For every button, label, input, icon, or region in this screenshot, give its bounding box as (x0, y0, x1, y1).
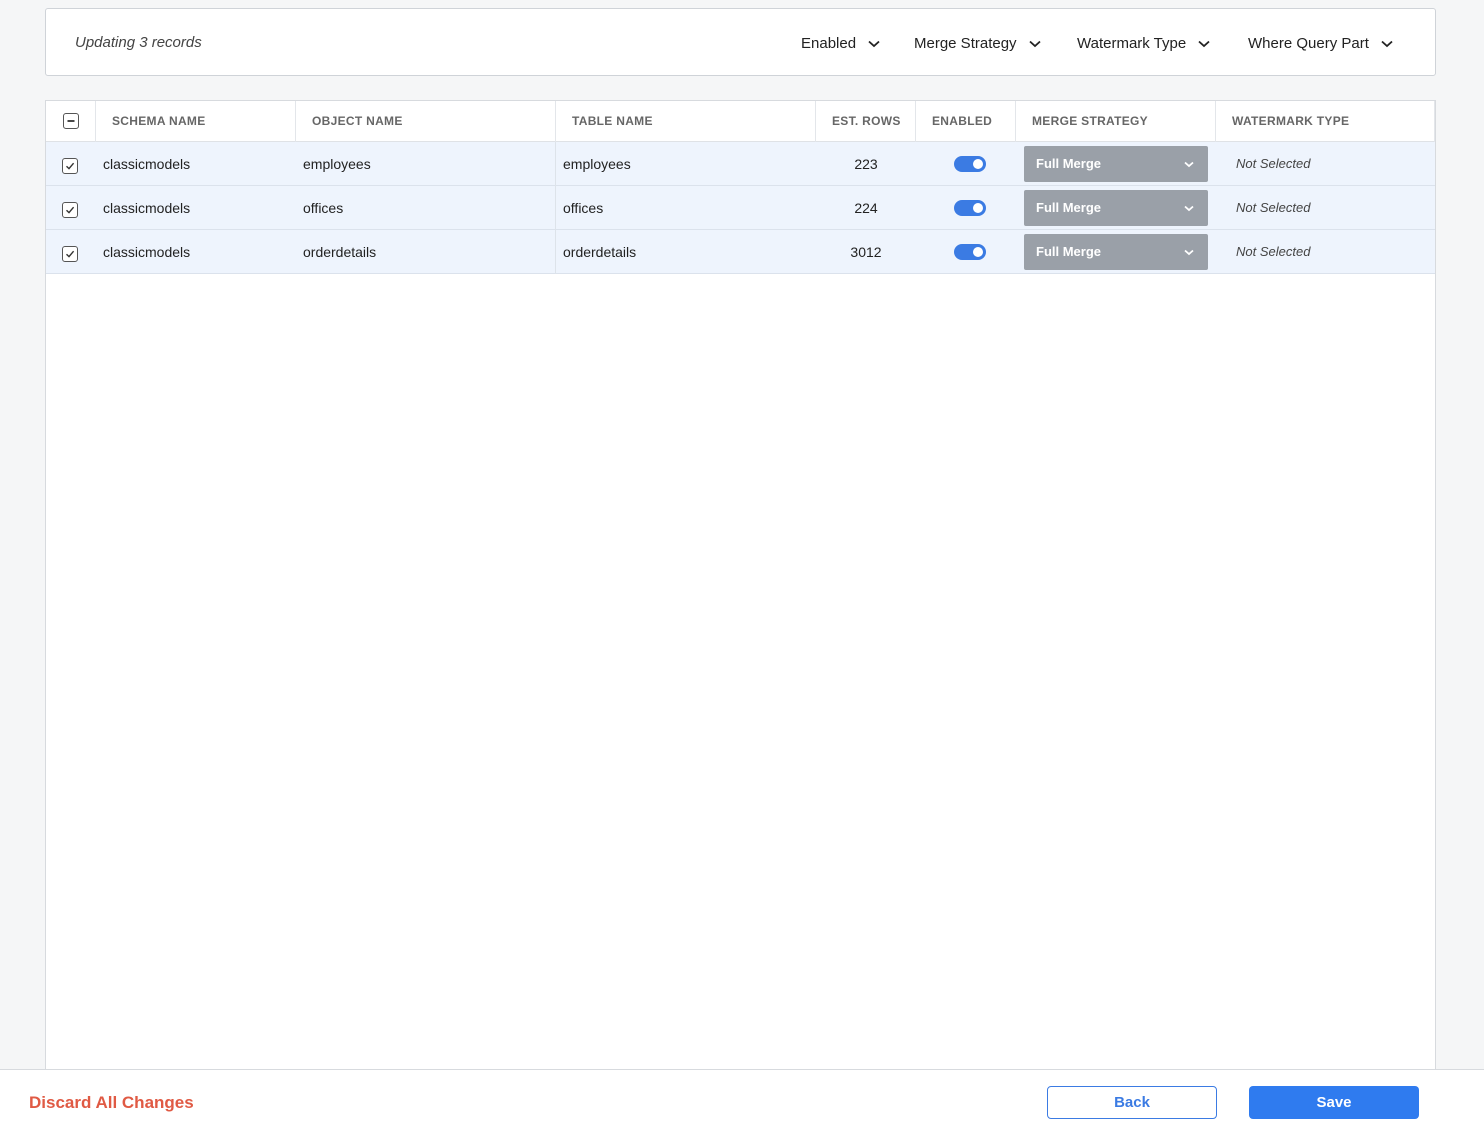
merge-strategy-value: Full Merge (1036, 200, 1102, 215)
table-name-cell: employees (563, 156, 631, 172)
merge-strategy-value: Full Merge (1036, 244, 1102, 259)
column-header-watermark-type[interactable]: WATERMARK TYPE (1216, 101, 1435, 142)
column-divider (46, 142, 556, 186)
toggle-knob (973, 159, 983, 169)
column-header-object-name[interactable]: OBJECT NAME (296, 101, 556, 142)
column-header-schema-name[interactable]: SCHEMA NAME (96, 101, 296, 142)
merge-strategy-select[interactable]: Full Merge (1024, 146, 1208, 182)
toggle-knob (973, 203, 983, 213)
chevron-down-icon (1184, 190, 1194, 226)
column-header-merge-strategy[interactable]: MERGE STRATEGY (1016, 101, 1216, 142)
filter-merge-strategy-label: Merge Strategy (914, 35, 1017, 52)
chevron-down-icon (1381, 40, 1393, 48)
table-row[interactable]: classicmodels offices offices 224 Full M… (46, 186, 1435, 230)
minus-icon (67, 120, 75, 122)
discard-all-changes-link[interactable]: Discard All Changes (29, 1093, 194, 1113)
chevron-down-icon (1184, 234, 1194, 270)
save-button[interactable]: Save (1249, 1086, 1419, 1119)
column-header-est-rows[interactable]: EST. ROWS (816, 101, 916, 142)
bulk-update-bar: Updating 3 records Enabled Merge Strateg… (45, 8, 1436, 76)
chevron-down-icon (1198, 40, 1210, 48)
enabled-toggle[interactable] (954, 156, 986, 172)
table-row[interactable]: classicmodels employees employees 223 Fu… (46, 142, 1435, 186)
est-rows-cell: 223 (854, 156, 878, 172)
filter-where-query-part-label: Where Query Part (1248, 35, 1369, 52)
enabled-toggle[interactable] (954, 244, 986, 260)
chevron-down-icon (1028, 40, 1041, 48)
select-all-cell (46, 101, 96, 142)
table-name-cell: orderdetails (563, 244, 637, 260)
footer-bar: Discard All Changes Back Save (0, 1069, 1484, 1131)
table-name-cell: offices (563, 200, 604, 216)
column-divider (46, 186, 556, 230)
column-header-enabled[interactable]: ENABLED (916, 101, 1016, 142)
toggle-knob (973, 247, 983, 257)
filter-watermark-type-label: Watermark Type (1077, 35, 1187, 52)
column-divider (46, 230, 556, 274)
enabled-toggle[interactable] (954, 200, 986, 216)
filter-merge-strategy[interactable]: Merge Strategy (914, 35, 1041, 52)
filter-watermark-type[interactable]: Watermark Type (1077, 35, 1210, 52)
merge-strategy-select[interactable]: Full Merge (1024, 234, 1208, 270)
records-table: SCHEMA NAME OBJECT NAME TABLE NAME EST. … (45, 100, 1436, 1070)
filter-where-query-part[interactable]: Where Query Part (1248, 35, 1393, 52)
watermark-type-select[interactable]: Not Selected (1236, 186, 1310, 230)
table-header: SCHEMA NAME OBJECT NAME TABLE NAME EST. … (46, 101, 1435, 142)
watermark-type-select[interactable]: Not Selected (1236, 142, 1310, 186)
est-rows-cell: 3012 (850, 244, 882, 260)
merge-strategy-select[interactable]: Full Merge (1024, 190, 1208, 226)
est-rows-cell: 224 (854, 200, 878, 216)
column-header-table-name[interactable]: TABLE NAME (556, 101, 816, 142)
back-button[interactable]: Back (1047, 1086, 1217, 1119)
merge-strategy-value: Full Merge (1036, 156, 1102, 171)
watermark-type-select[interactable]: Not Selected (1236, 230, 1310, 274)
chevron-down-icon (1184, 146, 1194, 182)
chevron-down-icon (868, 40, 880, 48)
select-all-checkbox[interactable] (63, 113, 79, 129)
table-row[interactable]: classicmodels orderdetails orderdetails … (46, 230, 1435, 274)
bulk-update-title: Updating 3 records (75, 34, 202, 51)
filter-enabled[interactable]: Enabled (801, 35, 880, 52)
filter-enabled-label: Enabled (801, 35, 857, 52)
